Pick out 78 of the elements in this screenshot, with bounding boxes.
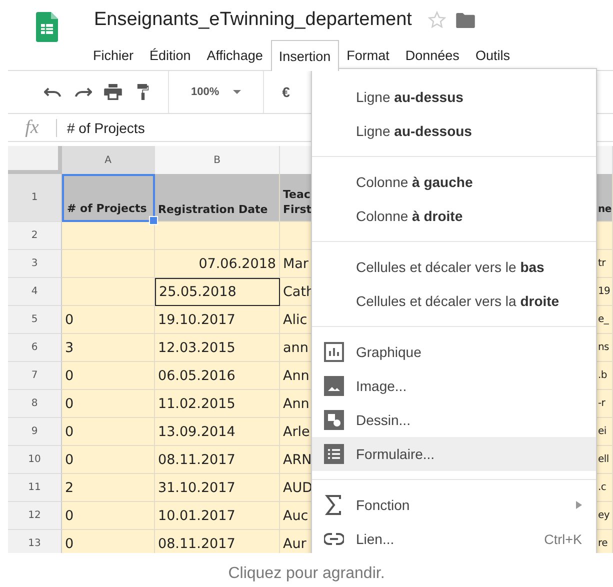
menu-item[interactable]: Édition <box>142 40 199 70</box>
folder-icon[interactable] <box>456 12 475 28</box>
table-cell: .c <box>597 474 613 502</box>
table-cell: 0 <box>62 306 155 334</box>
row-header[interactable]: 3 <box>8 250 62 278</box>
menu-option[interactable]: Formulaire... <box>312 437 596 471</box>
table-cell: 19.10.2017 <box>155 306 280 334</box>
table-cell: 19 <box>597 278 613 306</box>
table-cell: 07.06.2018 <box>155 250 280 278</box>
menu-option[interactable]: Ligne au-dessus <box>312 80 596 114</box>
menu-item[interactable]: Format <box>338 40 398 70</box>
menu-item[interactable]: Outils <box>467 40 518 70</box>
row-header[interactable]: 8 <box>8 390 62 418</box>
row-header[interactable]: 7 <box>8 362 62 390</box>
table-cell: 3 <box>62 334 155 362</box>
sigma-icon <box>324 495 344 515</box>
form-icon <box>324 444 344 464</box>
table-cell: ne <box>597 174 613 222</box>
column-header[interactable]: B <box>155 146 280 174</box>
table-cell: 06.05.2016 <box>155 362 280 390</box>
table-cell: 2 <box>62 474 155 502</box>
row-header[interactable]: 11 <box>8 474 62 502</box>
row-header[interactable]: 9 <box>8 418 62 446</box>
spreadsheet-logo-icon[interactable] <box>36 12 58 42</box>
chart-icon <box>324 342 344 362</box>
table-cell: ns <box>597 334 613 362</box>
table-cell: 0 <box>62 446 155 474</box>
row-header[interactable]: 5 <box>8 306 62 334</box>
row-header[interactable]: 10 <box>8 446 62 474</box>
row-header[interactable]: 6 <box>8 334 62 362</box>
table-cell: 11.02.2015 <box>155 390 280 418</box>
table-cell: 0 <box>62 418 155 446</box>
table-cell: 0 <box>62 390 155 418</box>
document-title[interactable]: Enseignants_eTwinning_departement <box>94 9 412 31</box>
table-cell: Registration Date <box>155 174 280 222</box>
caption-text: Cliquez pour agrandir. <box>227 565 386 583</box>
table-cell: 13.09.2014 <box>155 418 280 446</box>
menu-item[interactable]: Données <box>397 40 468 70</box>
table-cell: 10.01.2017 <box>155 502 280 530</box>
table-cell: -r <box>597 390 613 418</box>
table-cell: ei <box>597 418 613 446</box>
zoom-dropdown[interactable]: 100% <box>185 86 248 98</box>
table-cell: ey <box>597 502 613 530</box>
print-icon[interactable] <box>104 84 122 100</box>
table-cell: 31.10.2017 <box>155 474 280 502</box>
table-cell <box>597 222 613 250</box>
table-cell: e_ <box>597 306 613 334</box>
formula-input[interactable]: # of Projects <box>67 120 145 136</box>
table-cell: tr <box>597 250 613 278</box>
row-header[interactable]: 12 <box>8 502 62 530</box>
table-cell: 0 <box>62 502 155 530</box>
corner-cell[interactable] <box>8 146 62 174</box>
image-icon <box>324 376 344 396</box>
row-header[interactable]: 13 <box>8 530 62 553</box>
selected-cell[interactable]: # of Projects <box>62 174 155 222</box>
fill-handle[interactable] <box>149 216 158 225</box>
formula-label: fx <box>24 116 40 138</box>
table-cell: ell <box>597 446 613 474</box>
menu-item[interactable]: Affichage <box>198 40 271 70</box>
row-header[interactable]: 1 <box>8 174 62 222</box>
row-header[interactable]: 4 <box>8 278 62 306</box>
table-cell: 0 <box>62 362 155 390</box>
table-cell: re <box>597 530 613 553</box>
table-cell: 12.03.2015 <box>155 334 280 362</box>
table-cell: .b <box>597 362 613 390</box>
menu-item[interactable]: Fichier <box>85 40 142 70</box>
currency-format-button[interactable]: € <box>280 84 292 100</box>
menu-item[interactable]: Insertion <box>270 40 339 71</box>
column-header[interactable]: A <box>62 146 155 174</box>
table-cell: 08.11.2017 <box>155 530 280 553</box>
star-icon[interactable] <box>428 11 446 29</box>
menu-option[interactable]: Ligne au-dessous <box>312 114 596 148</box>
table-cell: 25.05.2018 <box>155 278 280 306</box>
caret-icon <box>233 90 242 94</box>
drawing-icon <box>324 410 344 430</box>
table-cell: 0 <box>62 530 155 553</box>
row-header[interactable]: 2 <box>8 222 62 250</box>
table-cell: 08.11.2017 <box>155 446 280 474</box>
